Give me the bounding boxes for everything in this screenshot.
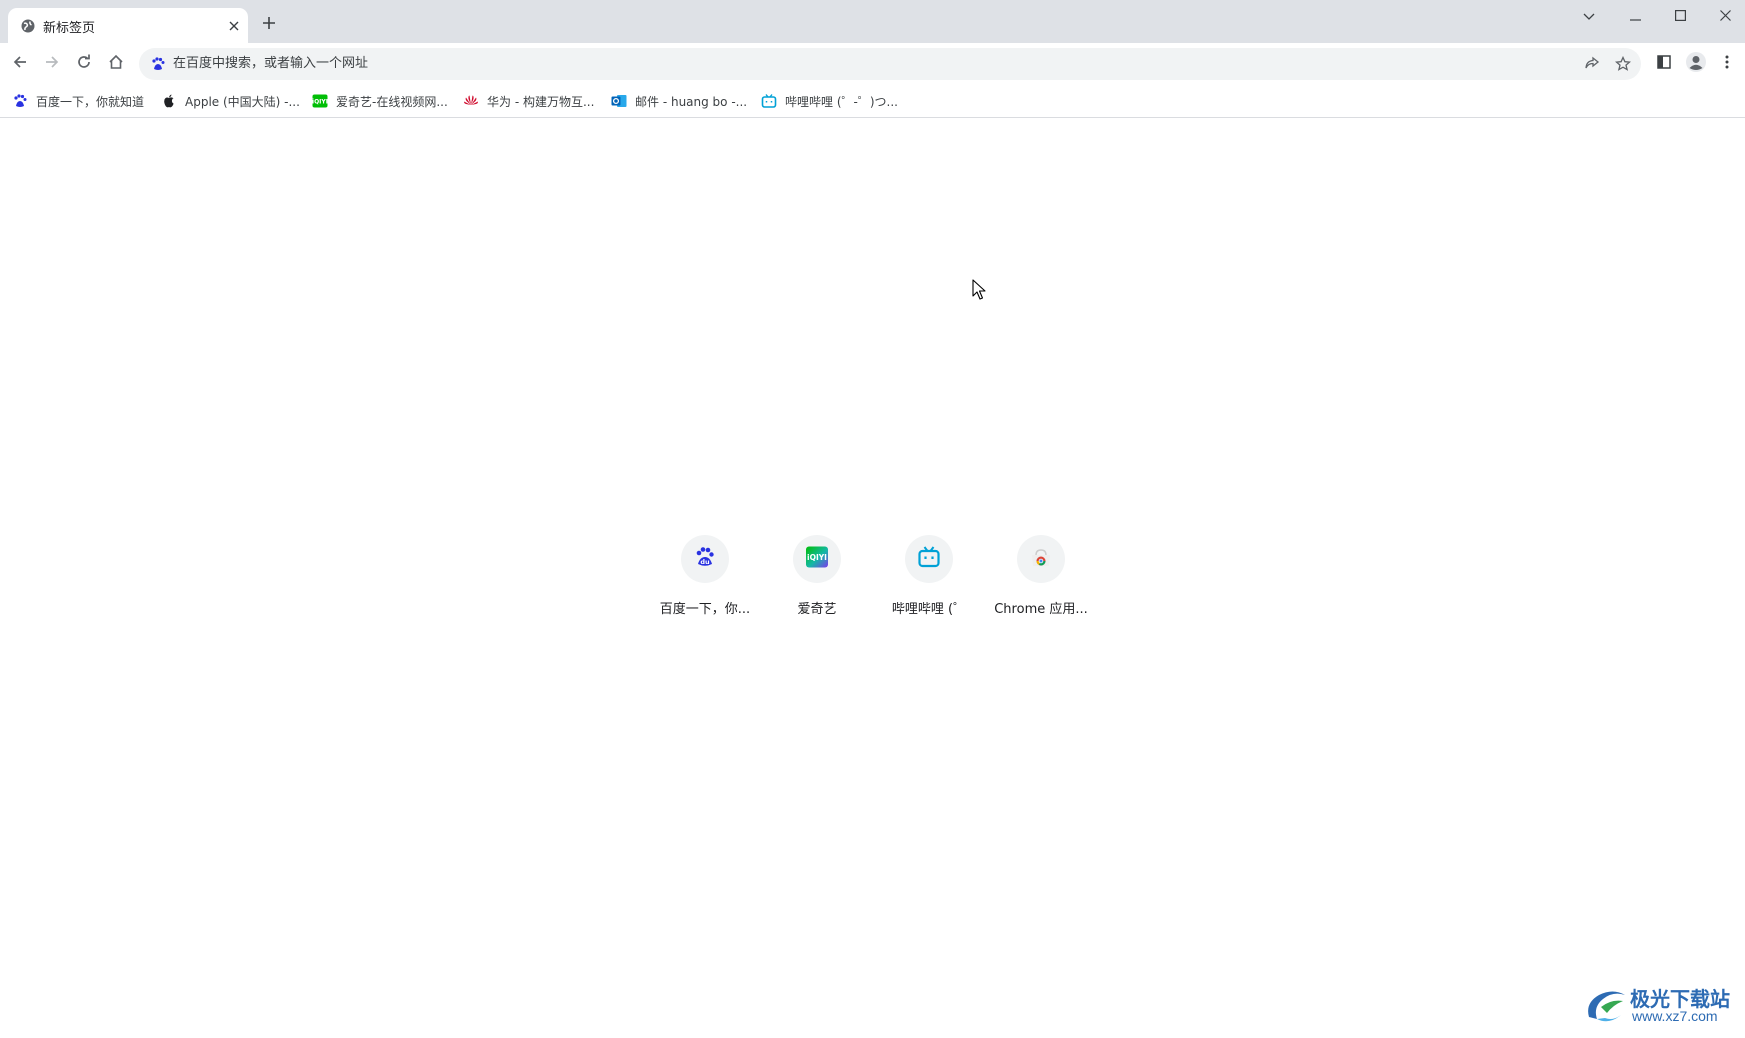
maximize-button[interactable] [1657, 0, 1703, 30]
side-panel-button[interactable] [1650, 50, 1678, 78]
reload-button[interactable] [70, 50, 98, 78]
back-button[interactable] [6, 50, 34, 78]
bilibili-icon [917, 545, 941, 573]
iqiyi-icon: iQIYI [312, 93, 328, 109]
share-icon[interactable] [1581, 53, 1603, 75]
baidu-icon [150, 56, 166, 72]
bookmarks-bar: 百度一下，你就知道 Apple (中国大陆) -... iQIYI 爱奇艺-在线… [0, 85, 1745, 118]
bookmark-label: 华为 - 构建万物互... [487, 94, 595, 109]
tab-close-icon[interactable] [224, 16, 244, 36]
baidu-icon [12, 93, 28, 109]
tab-title: 新标签页 [43, 21, 96, 36]
bookmark-bilibili[interactable]: 哔哩哔哩 (゜-゜)つ... [761, 90, 898, 112]
close-icon [1719, 6, 1731, 25]
shortcut-bilibili[interactable]: 哔哩哔哩 (゜ [873, 531, 985, 627]
bookmark-label: 哔哩哔哩 (゜-゜)つ... [785, 94, 898, 109]
shortcut-iqiyi[interactable]: iQIYI 爱奇艺 [761, 531, 873, 627]
bookmark-label: 百度一下，你就知道 [36, 94, 145, 109]
reload-icon [76, 54, 92, 74]
bookmark-iqiyi[interactable]: iQIYI 爱奇艺-在线视频网... [312, 90, 448, 112]
forward-arrow-icon [44, 54, 60, 74]
bookmark-apple[interactable]: Apple (中国大陆) -... [161, 90, 300, 112]
baidu-icon: du [693, 545, 717, 573]
plus-icon [262, 15, 276, 34]
bookmark-label: Apple (中国大陆) -... [185, 94, 300, 109]
bookmark-star-icon[interactable] [1612, 53, 1634, 75]
shortcut-label: 百度一下，你... [659, 602, 751, 617]
bilibili-icon [761, 93, 777, 109]
shortcut-label: Chrome 应用... [994, 602, 1088, 617]
back-arrow-icon [12, 54, 28, 74]
bookmark-huawei[interactable]: 华为 - 构建万物互... [463, 90, 594, 112]
toolbar: 在百度中搜索，或者输入一个网址 [0, 43, 1745, 85]
forward-button[interactable] [38, 50, 66, 78]
tab-new-tab-page[interactable]: 新标签页 [8, 8, 248, 43]
shortcut-label: 哔哩哔哩 (゜ [891, 602, 967, 617]
home-button[interactable] [102, 50, 130, 78]
shortcut-chrome-web-store[interactable]: Chrome 应用... [985, 531, 1097, 627]
bookmark-label: 爱奇艺-在线视频网... [336, 94, 448, 109]
apple-icon [161, 93, 177, 109]
watermark: 极光下载站 www.xz7.com [1583, 983, 1735, 1031]
new-tab-button[interactable] [258, 13, 280, 35]
minimize-icon [1629, 6, 1641, 25]
profile-button[interactable] [1682, 50, 1710, 78]
huawei-icon [463, 93, 479, 109]
close-window-button[interactable] [1702, 0, 1745, 30]
bookmark-label: 邮件 - huang bo -... [635, 94, 748, 109]
address-bar[interactable]: 在百度中搜索，或者输入一个网址 [139, 48, 1641, 80]
iqiyi-icon: iQIYI [805, 545, 829, 573]
shortcut-tile [1017, 535, 1065, 583]
mouse-cursor-icon [972, 279, 986, 305]
maximize-icon [1674, 6, 1686, 25]
svg-text:iQIYI: iQIYI [807, 553, 827, 562]
watermark-url: www.xz7.com [1632, 1008, 1718, 1024]
side-panel-icon [1656, 54, 1672, 74]
profile-avatar-icon [1685, 51, 1707, 77]
tab-strip: 新标签页 [0, 0, 1745, 43]
outlook-icon [611, 93, 627, 109]
svg-text:iQIYI: iQIYI [312, 99, 328, 106]
home-icon [108, 54, 124, 74]
shortcut-tile: iQIYI [793, 535, 841, 583]
shortcut-tile [905, 535, 953, 583]
watermark-logo-icon [1583, 985, 1629, 1031]
bookmark-outlook[interactable]: 邮件 - huang bo -... [611, 90, 747, 112]
svg-text:du: du [700, 558, 710, 566]
chrome-web-store-icon [1029, 545, 1053, 573]
globe-icon [20, 18, 36, 34]
shortcut-tile: du [681, 535, 729, 583]
chevron-down-icon [1583, 6, 1595, 25]
tab-search-button[interactable] [1566, 0, 1612, 30]
shortcut-baidu[interactable]: du 百度一下，你... [649, 531, 761, 627]
bookmark-baidu[interactable]: 百度一下，你就知道 [12, 90, 144, 112]
more-menu-icon [1725, 54, 1729, 74]
shortcut-label: 爱奇艺 [797, 602, 837, 617]
minimize-button[interactable] [1612, 0, 1658, 30]
more-menu-button[interactable] [1713, 50, 1741, 78]
address-bar-placeholder: 在百度中搜索，或者输入一个网址 [173, 56, 369, 71]
